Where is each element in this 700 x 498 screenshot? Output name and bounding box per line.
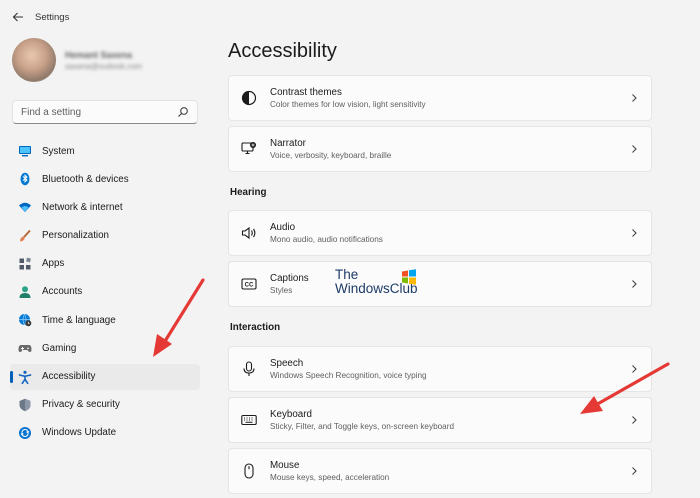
search-input[interactable]: Find a setting [12,100,198,124]
sidebar-item-label: Personalization [42,230,109,242]
sidebar-item-label: Accessibility [42,371,96,382]
chevron-right-icon [632,365,637,373]
chevron-right-icon [632,467,637,475]
back-button[interactable] [8,7,28,27]
card-narrator[interactable]: Narrator Voice, verbosity, keyboard, bra… [228,126,652,172]
card-title: Captions [270,273,309,284]
card-title: Mouse [270,460,300,471]
avatar [12,38,56,82]
sidebar-item-windows-update[interactable]: Windows Update [10,420,200,446]
contrast-icon [241,90,257,106]
chevron-right-icon [632,145,637,153]
wifi-icon [18,200,32,214]
card-keyboard[interactable]: Keyboard Sticky, Filter, and Toggle keys… [228,397,652,443]
narrator-icon [241,141,257,157]
search-icon[interactable] [177,106,189,118]
chevron-right-icon [632,229,637,237]
card-audio[interactable]: Audio Mono audio, audio notifications [228,210,652,256]
sidebar-item-accessibility[interactable]: Accessibility [10,363,200,390]
chevron-right-icon [632,280,637,288]
card-subtitle: Styles [270,286,293,295]
mouse-icon [241,463,257,479]
microphone-icon [241,361,257,377]
card-subtitle: Mono audio, audio notifications [270,235,383,244]
speaker-icon [241,225,257,241]
card-speech[interactable]: Speech Windows Speech Recognition, voice… [228,346,652,392]
sidebar-item-label: Privacy & security [42,399,120,411]
update-icon [18,426,32,440]
profile-email: saxena@outlook.com [65,61,143,71]
section-label-interaction: Interaction [230,322,281,333]
watermark-logo-icon [402,269,416,285]
keyboard-icon [241,412,257,428]
card-subtitle: Windows Speech Recognition, voice typing [270,371,427,380]
card-mouse[interactable]: Mouse Mouse keys, speed, acceleration [228,448,652,494]
sidebar-item-gaming[interactable]: Gaming [10,335,200,361]
card-subtitle: Sticky, Filter, and Toggle keys, on-scre… [270,422,455,431]
card-title: Speech [270,358,304,369]
chevron-right-icon [632,94,637,102]
sidebar-item-label: Gaming [42,342,77,354]
sidebar-item-label: Network & internet [42,201,123,213]
apps-icon [18,257,32,271]
profile-name: Hemant Saxena [65,49,133,60]
sidebar-item-apps[interactable]: Apps [10,251,200,277]
card-subtitle: Mouse keys, speed, acceleration [270,473,390,482]
system-monitor-icon [18,144,32,158]
title-bar: Settings [0,0,700,34]
bluetooth-icon [18,172,32,186]
card-contrast-themes[interactable]: Contrast themes Color themes for low vis… [228,75,652,121]
card-title: Audio [270,222,296,233]
section-label-hearing: Hearing [230,187,267,198]
person-icon [18,285,32,299]
sidebar-item-network[interactable]: Network & internet [10,194,200,220]
sidebar-item-label: Accounts [42,286,83,298]
sidebar-item-label: Bluetooth & devices [42,173,129,185]
sidebar-item-label: System [42,145,75,157]
gamepad-icon [18,341,32,355]
svg-text:CC: CC [245,283,254,289]
sidebar-item-personalization[interactable]: Personalization [10,223,200,249]
accessibility-icon [18,370,32,384]
card-title: Contrast themes [270,87,342,98]
card-subtitle: Voice, verbosity, keyboard, braille [270,151,392,160]
sidebar-item-label: Time & language [42,314,116,326]
sidebar-item-system[interactable]: System [10,138,200,164]
sidebar-nav: System Bluetooth & devices Network & int… [10,138,200,448]
sidebar-item-time-language[interactable]: Time & language [10,307,200,333]
back-arrow-icon [12,12,23,22]
sidebar: Hemant Saxena saxena@outlook.com Find a … [0,34,212,498]
user-profile[interactable]: Hemant Saxena saxena@outlook.com [12,38,142,82]
card-title: Keyboard [270,409,312,420]
shield-icon [18,398,32,412]
captions-icon: CC [241,276,257,292]
sidebar-item-bluetooth[interactable]: Bluetooth & devices [10,166,200,192]
globe-clock-icon [18,313,32,327]
sidebar-item-label: Windows Update [42,427,117,439]
sidebar-item-label: Apps [42,258,65,270]
sidebar-item-privacy[interactable]: Privacy & security [10,392,200,418]
app-title: Settings [35,11,70,23]
card-title: Narrator [270,138,306,149]
sidebar-item-accounts[interactable]: Accounts [10,279,200,305]
card-captions[interactable]: CC Captions Styles [228,261,652,307]
paintbrush-icon [18,229,32,243]
search-placeholder: Find a setting [21,106,82,118]
page-title: Accessibility [228,40,337,62]
chevron-right-icon [632,416,637,424]
watermark: The WindowsClub [335,267,418,296]
card-subtitle: Color themes for low vision, light sensi… [270,100,426,109]
